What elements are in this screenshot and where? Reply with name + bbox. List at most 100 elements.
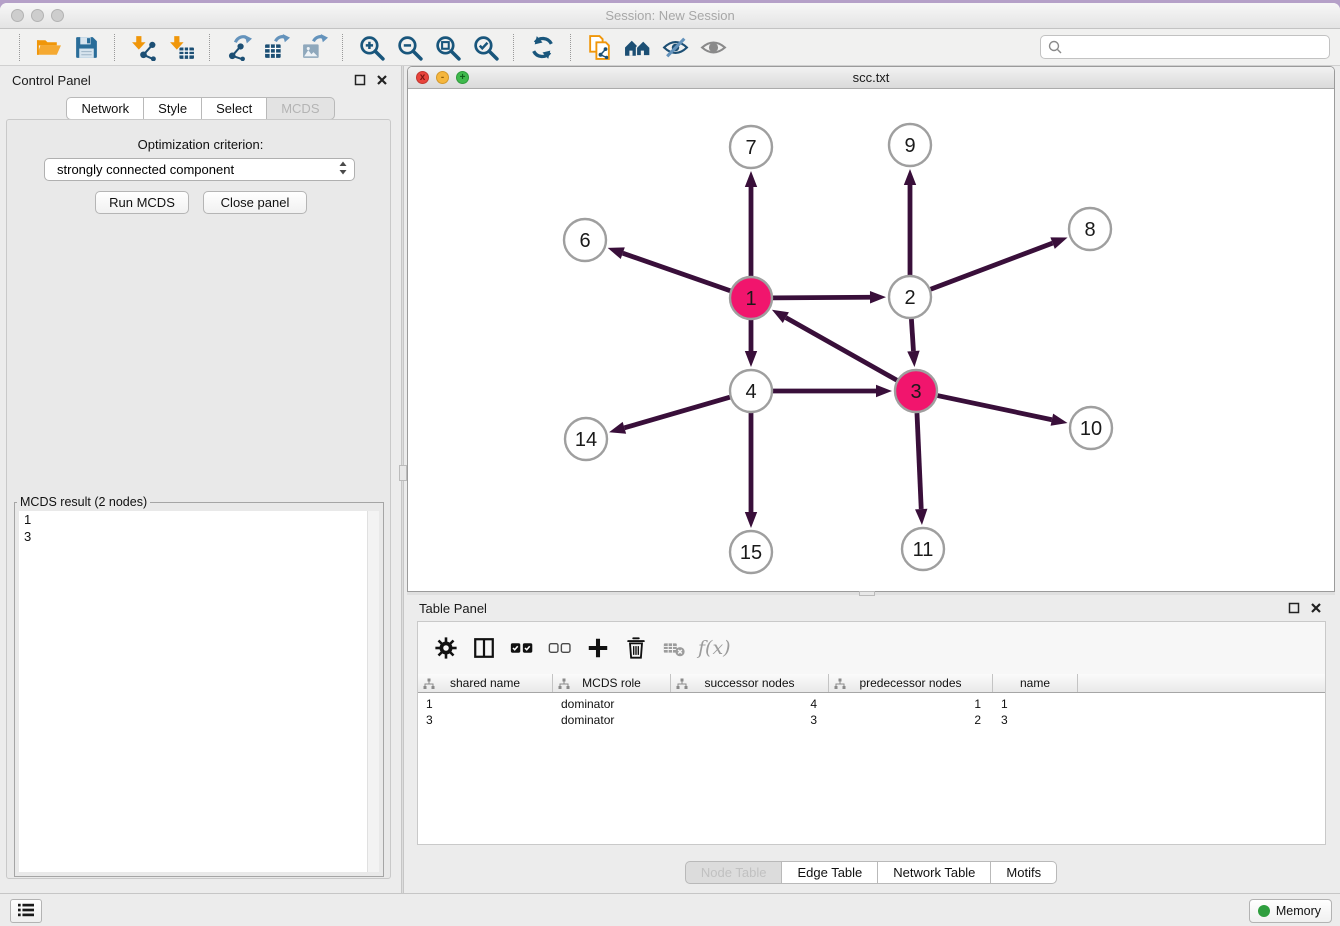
cell-successor-nodes[interactable]: 3 xyxy=(671,712,829,728)
show-panel-button[interactable] xyxy=(694,32,732,63)
zoom-selected-icon xyxy=(472,34,499,61)
graph-edge-2-8[interactable] xyxy=(931,237,1068,289)
graph-node-2[interactable]: 2 xyxy=(889,276,931,318)
scrollbar-track[interactable] xyxy=(367,511,379,872)
add-button[interactable] xyxy=(582,631,614,665)
graph-edge-3-11[interactable] xyxy=(915,413,927,525)
cell-mcds-role[interactable]: dominator xyxy=(553,712,671,728)
graph-node-9[interactable]: 9 xyxy=(889,124,931,166)
graph-node-15[interactable]: 15 xyxy=(730,531,772,573)
tab-edge-table[interactable]: Edge Table xyxy=(782,861,878,884)
cell-successor-nodes[interactable]: 4 xyxy=(671,696,829,712)
close-panel-icon[interactable] xyxy=(376,74,389,87)
import-network-button[interactable] xyxy=(124,32,162,63)
cell-shared-name[interactable]: 1 xyxy=(418,696,553,712)
graph-node-6[interactable]: 6 xyxy=(564,219,606,261)
zoom-out-button[interactable] xyxy=(390,32,428,63)
export-network-button[interactable] xyxy=(219,32,257,63)
refresh-button[interactable] xyxy=(523,32,561,63)
show-columns-button[interactable] xyxy=(468,631,500,665)
deselect-all-button[interactable] xyxy=(544,631,576,665)
table-settings-button[interactable] xyxy=(430,631,462,665)
column-header-successor-nodes[interactable]: successor nodes xyxy=(671,674,829,692)
clone-network-button[interactable] xyxy=(580,32,618,63)
cell-mcds-role[interactable]: dominator xyxy=(553,696,671,712)
graph-node-8[interactable]: 8 xyxy=(1069,208,1111,250)
cell-name[interactable]: 1 xyxy=(993,696,1078,712)
import-table-button[interactable] xyxy=(162,32,200,63)
minimize-window-icon[interactable]: - xyxy=(436,71,449,84)
zoom-in-button[interactable] xyxy=(352,32,390,63)
task-history-button[interactable] xyxy=(10,899,42,923)
svg-text:7: 7 xyxy=(745,137,756,159)
cell-predecessor-nodes[interactable]: 2 xyxy=(829,712,993,728)
window-title: Session: New Session xyxy=(0,3,1340,28)
graph-edge-1-7[interactable] xyxy=(745,171,757,276)
graph-edge-2-3[interactable] xyxy=(907,319,919,367)
delete-button[interactable] xyxy=(620,631,652,665)
table-panel-title: Table Panel xyxy=(419,601,487,616)
export-image-button[interactable] xyxy=(295,32,333,63)
export-table-button[interactable] xyxy=(257,32,295,63)
graph-node-3[interactable]: 3 xyxy=(895,370,937,412)
zoom-selected-button[interactable] xyxy=(466,32,504,63)
column-header-shared-name[interactable]: shared name xyxy=(418,674,553,692)
tab-network[interactable]: Network xyxy=(66,97,144,120)
table-row[interactable]: 3dominator323 xyxy=(418,712,1325,728)
open-session-button[interactable] xyxy=(29,32,67,63)
graph-edge-1-2[interactable] xyxy=(773,291,886,303)
tab-mcds[interactable]: MCDS xyxy=(267,97,334,120)
cell-name[interactable]: 3 xyxy=(993,712,1078,728)
zoom-fit-button[interactable] xyxy=(428,32,466,63)
graph-edge-3-10[interactable] xyxy=(938,396,1068,426)
graph-node-10[interactable]: 10 xyxy=(1070,407,1112,449)
search-input[interactable] xyxy=(1040,35,1330,59)
vertical-splitter[interactable] xyxy=(401,66,404,893)
column-header-mcds-role[interactable]: MCDS role xyxy=(553,674,671,692)
graph-edge-1-4[interactable] xyxy=(745,320,757,367)
minimize-window-icon[interactable] xyxy=(31,9,44,22)
graph-node-7[interactable]: 7 xyxy=(730,126,772,168)
graph-edge-2-9[interactable] xyxy=(904,169,916,275)
table-row[interactable]: 1dominator411 xyxy=(418,696,1325,712)
close-panel-icon[interactable] xyxy=(1310,602,1323,615)
cell-shared-name[interactable]: 3 xyxy=(418,712,553,728)
svg-text:10: 10 xyxy=(1080,418,1102,440)
tab-style[interactable]: Style xyxy=(144,97,202,120)
criterion-select[interactable]: strongly connected component xyxy=(44,158,355,181)
tab-motifs[interactable]: Motifs xyxy=(991,861,1057,884)
zoom-window-icon[interactable] xyxy=(51,9,64,22)
graph-edge-1-6[interactable] xyxy=(608,247,731,290)
close-window-icon[interactable]: x xyxy=(416,71,429,84)
tab-network-table[interactable]: Network Table xyxy=(878,861,991,884)
hide-panel-button[interactable] xyxy=(656,32,694,63)
close-window-icon[interactable] xyxy=(11,9,24,22)
graph-edge-4-14[interactable] xyxy=(609,397,730,434)
float-panel-icon[interactable] xyxy=(1288,602,1301,615)
tab-node-table[interactable]: Node Table xyxy=(685,861,783,884)
column-header-predecessor-nodes[interactable]: predecessor nodes xyxy=(829,674,993,692)
zoom-window-icon[interactable]: + xyxy=(456,71,469,84)
mcds-result-list[interactable]: 13 xyxy=(19,511,379,872)
graph-node-1[interactable]: 1 xyxy=(730,277,772,319)
memory-button[interactable]: Memory xyxy=(1249,899,1332,923)
cell-predecessor-nodes[interactable]: 1 xyxy=(829,696,993,712)
delete-table-button xyxy=(658,631,690,665)
graph-node-14[interactable]: 14 xyxy=(565,418,607,460)
network-canvas[interactable]: 7 9 6 8 1 2 4 3 14 10 15 11 xyxy=(408,89,1334,591)
select-all-button[interactable] xyxy=(506,631,538,665)
splitter-grip[interactable] xyxy=(399,465,407,481)
control-panel: Control Panel NetworkStyleSelectMCDS Opt… xyxy=(0,66,401,893)
home-button[interactable] xyxy=(618,32,656,63)
tab-select[interactable]: Select xyxy=(202,97,267,120)
run-mcds-button[interactable]: Run MCDS xyxy=(95,191,189,214)
graph-edge-3-1[interactable] xyxy=(772,310,897,380)
save-session-button[interactable] xyxy=(67,32,105,63)
column-header-name[interactable]: name xyxy=(993,674,1078,692)
close-panel-button[interactable]: Close panel xyxy=(203,191,307,214)
graph-edge-4-15[interactable] xyxy=(745,413,757,528)
graph-node-11[interactable]: 11 xyxy=(902,528,944,570)
graph-node-4[interactable]: 4 xyxy=(730,370,772,412)
graph-edge-4-3[interactable] xyxy=(773,385,892,397)
float-panel-icon[interactable] xyxy=(354,74,367,87)
